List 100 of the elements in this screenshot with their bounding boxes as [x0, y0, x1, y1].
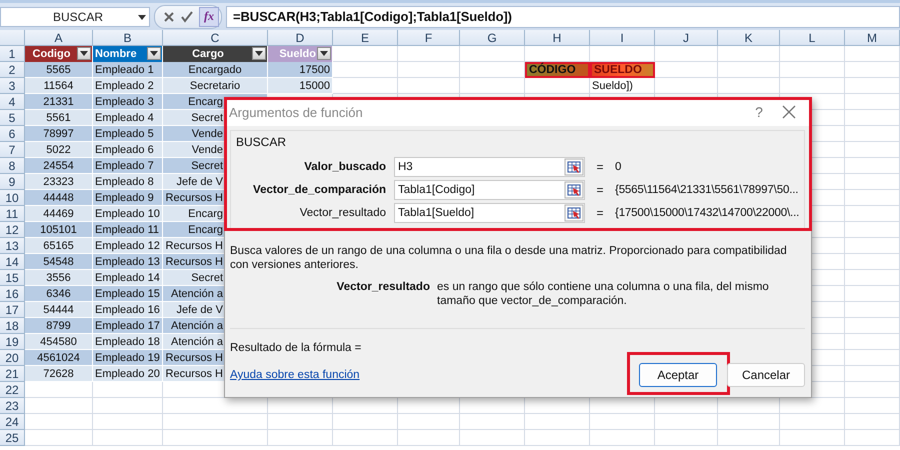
table-cell: Empleado 4: [93, 110, 163, 126]
row-header[interactable]: 1: [0, 46, 25, 62]
row-header[interactable]: 9: [0, 174, 25, 190]
column-title: Nombre: [93, 46, 163, 62]
argument-label: Valor_buscado: [303, 161, 386, 173]
equals-sign: =: [595, 206, 604, 220]
column-header[interactable]: K: [718, 30, 780, 46]
table-cell: 3556: [25, 270, 93, 286]
column-header[interactable]: F: [398, 30, 460, 46]
column-header[interactable]: I: [590, 30, 655, 46]
column-header[interactable]: A: [25, 30, 93, 46]
table-cell: 15000: [268, 78, 333, 94]
argument-field[interactable]: Tabla1[Sueldo]: [394, 203, 585, 223]
column-header[interactable]: D: [268, 30, 333, 46]
row-header[interactable]: 8: [0, 158, 25, 174]
row-header[interactable]: 17: [0, 302, 25, 318]
cancel-button[interactable]: Cancelar: [727, 363, 805, 387]
table-cell: Empleado 19: [93, 350, 163, 366]
argument-field[interactable]: Tabla1[Codigo]: [394, 180, 585, 200]
caret-icon[interactable]: [255, 51, 263, 56]
row-header[interactable]: 18: [0, 318, 25, 334]
table-cell: 6346: [25, 286, 93, 302]
column-header[interactable]: B: [93, 30, 163, 46]
row-header[interactable]: 22: [0, 382, 25, 398]
row-header[interactable]: 23: [0, 398, 25, 414]
table-cell: 5561: [25, 110, 93, 126]
row-header[interactable]: 15: [0, 270, 25, 286]
table-cell: Empleado 9: [93, 190, 163, 206]
caret-icon[interactable]: [80, 51, 88, 56]
row-header[interactable]: 7: [0, 142, 25, 158]
column-header[interactable]: M: [845, 30, 900, 46]
row-header[interactable]: 12: [0, 222, 25, 238]
caret-icon[interactable]: [320, 51, 328, 56]
row-header[interactable]: 20: [0, 350, 25, 366]
table-cell: 8799: [25, 318, 93, 334]
row-header[interactable]: 25: [0, 430, 25, 446]
row-header[interactable]: 24: [0, 414, 25, 430]
argument-field[interactable]: H3: [394, 157, 585, 177]
column-title: Cargo: [163, 46, 268, 62]
row-header[interactable]: 13: [0, 238, 25, 254]
table-cell: Empleado 11: [93, 222, 163, 238]
table-cell: Empleado 15: [93, 286, 163, 302]
range-select-icon[interactable]: [564, 181, 584, 199]
argument-description: es un rango que sólo contiene una columna o una fila, del mismo tamaño que vector_de_comparación.: [437, 280, 770, 308]
close-icon[interactable]: [782, 105, 796, 119]
argument-name: Vector_resultado: [336, 280, 430, 295]
table-cell: 454580: [25, 334, 93, 350]
table-cell: Empleado 10: [93, 206, 163, 222]
lookup-header-cell: SUELDO: [590, 62, 655, 78]
dropdown-icon[interactable]: [135, 12, 149, 20]
row-header[interactable]: 16: [0, 286, 25, 302]
row-header[interactable]: 21: [0, 366, 25, 382]
argument-label: Vector_resultado: [298, 207, 386, 219]
row-header[interactable]: 11: [0, 206, 25, 222]
row-header[interactable]: 14: [0, 254, 25, 270]
table-cell: Empleado 20: [93, 366, 163, 382]
table-cell: 72628: [25, 366, 93, 382]
filter-button[interactable]: [147, 47, 161, 60]
argument-value: {17500\15000\17432\14700\22000\...: [615, 207, 800, 219]
column-header[interactable]: G: [460, 30, 525, 46]
filter-button[interactable]: [77, 47, 91, 60]
argument-value: 0: [615, 161, 622, 173]
column-header[interactable]: J: [655, 30, 718, 46]
table-cell: 54444: [25, 302, 93, 318]
column-header[interactable]: H: [525, 30, 590, 46]
caret-icon[interactable]: [150, 51, 158, 56]
range-select-icon[interactable]: [564, 158, 584, 176]
lookup-header-cell: CÓDIGO: [525, 62, 590, 78]
row-header[interactable]: 2: [0, 62, 25, 78]
filter-button[interactable]: [317, 47, 331, 60]
accept-button[interactable]: Aceptar: [639, 363, 717, 387]
table-cell: Empleado 12: [93, 238, 163, 254]
row-header[interactable]: 5: [0, 110, 25, 126]
table-cell: Empleado 1: [93, 62, 163, 78]
filter-button[interactable]: [252, 47, 266, 60]
insert-function-button[interactable]: fx: [199, 6, 219, 26]
row-header[interactable]: 10: [0, 190, 25, 206]
range-select-icon[interactable]: [564, 204, 584, 222]
name-box[interactable]: BUSCAR: [0, 6, 150, 26]
column-header[interactable]: L: [780, 30, 845, 46]
cancel-icon[interactable]: [163, 10, 175, 22]
equals-sign: =: [595, 160, 604, 174]
table-cell: 17500: [268, 62, 333, 78]
column-header[interactable]: E: [333, 30, 398, 46]
table-cell: Encargado: [163, 62, 268, 78]
column-title: Codigo: [25, 46, 93, 62]
table-cell: Empleado 18: [93, 334, 163, 350]
table-cell: Empleado 17: [93, 318, 163, 334]
row-header[interactable]: 6: [0, 126, 25, 142]
check-icon[interactable]: [181, 10, 193, 22]
row-header[interactable]: 3: [0, 78, 25, 94]
table-cell: Secretario: [163, 78, 268, 94]
table-cell: 78997: [25, 126, 93, 142]
formula-field[interactable]: =BUSCAR(H3;Tabla1[Codigo];Tabla1[Sueldo]): [226, 6, 900, 28]
column-header[interactable]: C: [163, 30, 268, 46]
table-cell: 5022: [25, 142, 93, 158]
row-header[interactable]: 19: [0, 334, 25, 350]
column-title: Sueldo: [268, 46, 333, 62]
help-button[interactable]: ?: [749, 102, 769, 122]
row-header[interactable]: 4: [0, 94, 25, 110]
